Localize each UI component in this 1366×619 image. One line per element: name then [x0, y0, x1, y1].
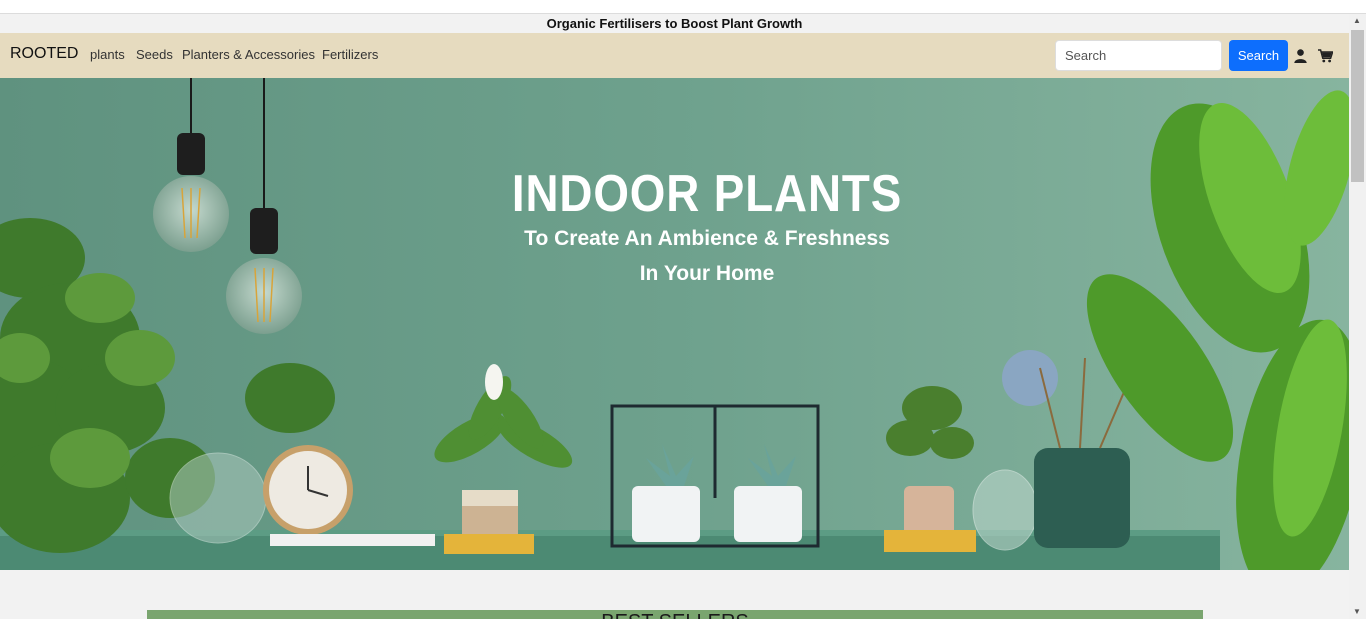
best-sellers-heading: BEST SELLERS	[147, 611, 1203, 619]
nav-link-plants[interactable]: plants	[90, 47, 125, 62]
nav-link-seeds[interactable]: Seeds	[136, 47, 173, 62]
nav-link-fertilizers[interactable]: Fertilizers	[322, 47, 378, 62]
navbar: ROOTED plants Seeds Planters & Accessori…	[0, 33, 1349, 78]
cart-icon[interactable]	[1318, 49, 1333, 63]
hero-subtitle-line2: In Your Home	[639, 262, 775, 285]
hero-subtitle-line1: To Create An Ambience & Freshness	[524, 227, 890, 250]
nav-link-planters[interactable]: Planters & Accessories	[182, 47, 315, 62]
search-button[interactable]: Search	[1229, 40, 1288, 71]
hero-title: INDOOR PLANTS	[511, 165, 903, 223]
best-sellers-heading-band: BEST SELLERS	[147, 610, 1203, 619]
scroll-down-icon[interactable]: ▼	[1353, 607, 1361, 616]
scroll-up-icon[interactable]: ▲	[1353, 16, 1361, 25]
browser-top-strip	[0, 0, 1366, 14]
hero-banner: INDOOR PLANTS To Create An Ambience & Fr…	[0, 78, 1349, 570]
scrollbar-thumb[interactable]	[1351, 30, 1364, 182]
user-icon[interactable]	[1294, 49, 1307, 63]
brand-logo[interactable]: ROOTED	[10, 45, 78, 63]
hero-image	[0, 78, 1349, 570]
announcement-bar: Organic Fertilisers to Boost Plant Growt…	[0, 14, 1349, 33]
search-input[interactable]	[1055, 40, 1222, 71]
